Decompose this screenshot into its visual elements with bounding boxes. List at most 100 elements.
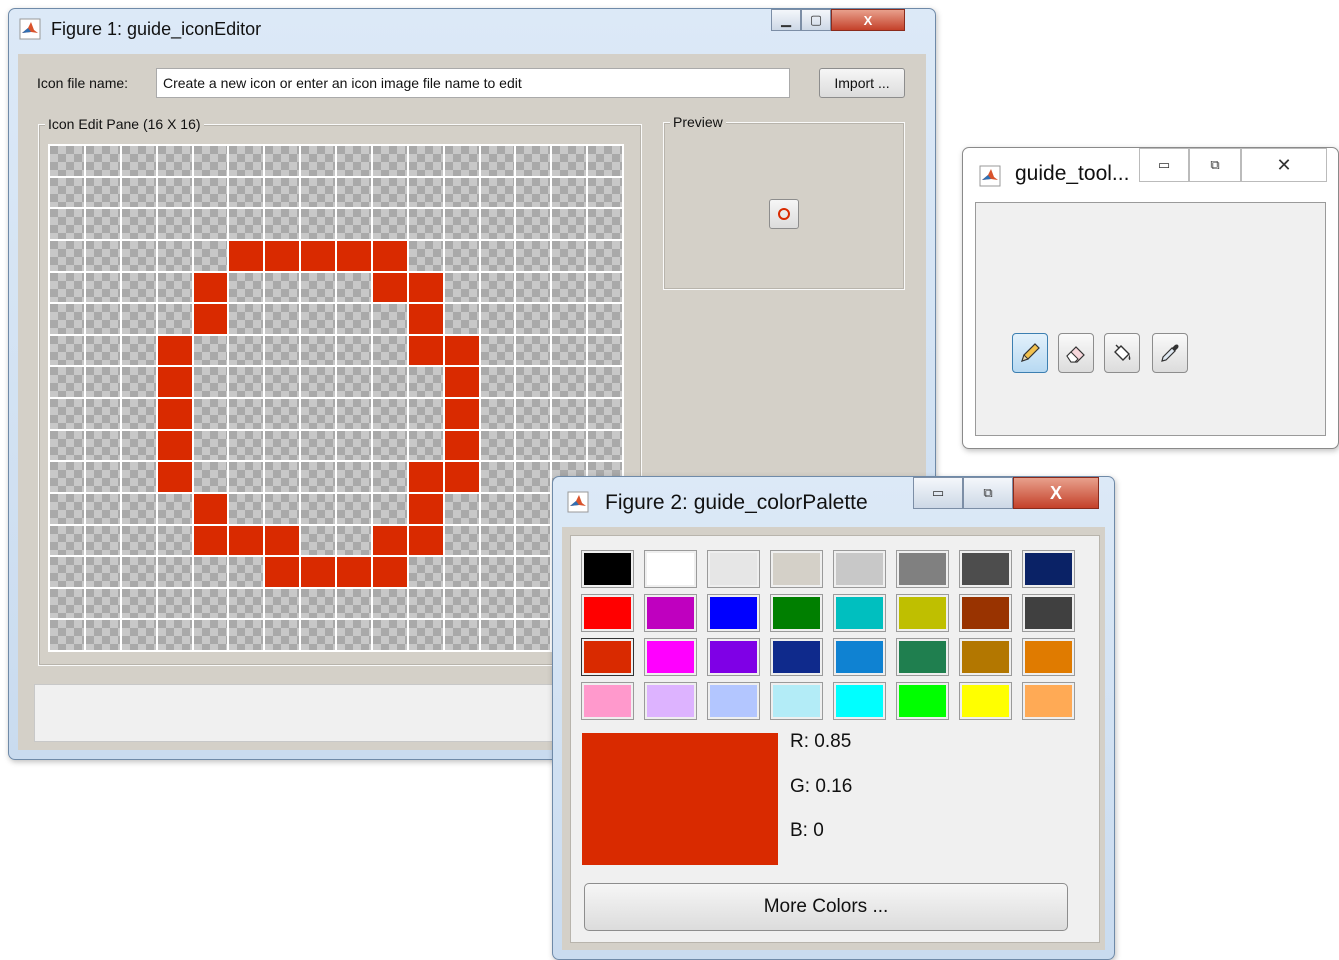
- color-swatch[interactable]: [708, 639, 759, 675]
- pixel-cell[interactable]: [265, 304, 300, 334]
- pixel-cell[interactable]: [229, 462, 264, 492]
- pixel-cell[interactable]: [85, 399, 120, 429]
- color-swatch[interactable]: [897, 639, 948, 675]
- pixel-cell[interactable]: [301, 525, 335, 556]
- pixel-cell[interactable]: [480, 272, 515, 303]
- pixel-cell[interactable]: [516, 272, 551, 303]
- pixel-cell[interactable]: [516, 146, 551, 176]
- pixel-cell[interactable]: [229, 240, 264, 271]
- pixel-cell[interactable]: [193, 177, 228, 208]
- pixel-cell[interactable]: [157, 335, 192, 366]
- pixel-cell[interactable]: [552, 335, 587, 366]
- pixel-cell[interactable]: [85, 493, 120, 524]
- pixel-cell[interactable]: [50, 557, 84, 587]
- pixel-cell[interactable]: [301, 209, 335, 239]
- pencil-tool-button[interactable]: [1012, 333, 1048, 373]
- pixel-cell[interactable]: [480, 177, 515, 208]
- pixel-cell[interactable]: [121, 209, 156, 239]
- color-swatch[interactable]: [645, 595, 696, 631]
- pixel-cell[interactable]: [193, 557, 228, 587]
- color-swatch[interactable]: [645, 551, 696, 587]
- pixel-cell[interactable]: [121, 146, 156, 176]
- pixel-cell[interactable]: [50, 620, 84, 650]
- pixel-cell[interactable]: [372, 367, 407, 397]
- color-swatch[interactable]: [834, 595, 885, 631]
- pixel-cell[interactable]: [85, 240, 120, 271]
- pixel-cell[interactable]: [85, 272, 120, 303]
- color-swatch[interactable]: [897, 683, 948, 719]
- pixel-cell[interactable]: [157, 462, 192, 492]
- pixel-cell[interactable]: [301, 462, 335, 492]
- pixel-cell[interactable]: [337, 177, 371, 208]
- pixel-cell[interactable]: [121, 430, 156, 461]
- minimize-button[interactable]: ▁: [771, 9, 801, 31]
- pixel-cell[interactable]: [85, 462, 120, 492]
- pixel-cell[interactable]: [480, 335, 515, 366]
- pixel-cell[interactable]: [444, 146, 479, 176]
- pixel-cell[interactable]: [552, 272, 587, 303]
- pixel-cell[interactable]: [121, 240, 156, 271]
- pixel-cell[interactable]: [229, 209, 264, 239]
- pixel-cell[interactable]: [229, 146, 264, 176]
- pixel-cell[interactable]: [337, 272, 371, 303]
- pixel-cell[interactable]: [516, 399, 551, 429]
- pixel-cell[interactable]: [121, 304, 156, 334]
- pixel-cell[interactable]: [85, 557, 120, 587]
- pixel-cell[interactable]: [265, 557, 300, 587]
- pixel-cell[interactable]: [85, 588, 120, 619]
- pixel-cell[interactable]: [408, 399, 443, 429]
- pixel-cell[interactable]: [552, 240, 587, 271]
- pixel-cell[interactable]: [588, 367, 622, 397]
- pixel-cell[interactable]: [85, 525, 120, 556]
- pixel-cell[interactable]: [408, 557, 443, 587]
- pixel-cell[interactable]: [265, 588, 300, 619]
- pixel-cell[interactable]: [337, 430, 371, 461]
- color-swatch[interactable]: [897, 595, 948, 631]
- pixel-cell[interactable]: [588, 304, 622, 334]
- pixel-cell[interactable]: [85, 335, 120, 366]
- pixel-cell[interactable]: [444, 304, 479, 334]
- pixel-cell[interactable]: [157, 620, 192, 650]
- pixel-cell[interactable]: [480, 557, 515, 587]
- pixel-cell[interactable]: [408, 525, 443, 556]
- close-button[interactable]: ✕: [1241, 148, 1327, 182]
- pixel-cell[interactable]: [157, 304, 192, 334]
- pixel-cell[interactable]: [85, 620, 120, 650]
- pixel-cell[interactable]: [121, 588, 156, 619]
- pixel-cell[interactable]: [480, 209, 515, 239]
- pixel-cell[interactable]: [444, 493, 479, 524]
- pixel-cell[interactable]: [337, 462, 371, 492]
- pixel-cell[interactable]: [157, 240, 192, 271]
- pixel-cell[interactable]: [408, 430, 443, 461]
- pixel-cell[interactable]: [121, 272, 156, 303]
- pixel-cell[interactable]: [516, 588, 551, 619]
- pixel-cell[interactable]: [337, 557, 371, 587]
- pixel-cell[interactable]: [516, 304, 551, 334]
- pixel-cell[interactable]: [337, 493, 371, 524]
- pixel-cell[interactable]: [229, 525, 264, 556]
- eraser-tool-button[interactable]: [1058, 333, 1094, 373]
- pixel-cell[interactable]: [193, 620, 228, 650]
- pixel-cell[interactable]: [193, 493, 228, 524]
- pixel-cell[interactable]: [372, 525, 407, 556]
- pixel-cell[interactable]: [372, 399, 407, 429]
- pixel-cell[interactable]: [157, 177, 192, 208]
- pixel-cell[interactable]: [408, 493, 443, 524]
- pixel-cell[interactable]: [516, 430, 551, 461]
- pixel-cell[interactable]: [85, 367, 120, 397]
- pixel-cell[interactable]: [516, 367, 551, 397]
- pixel-cell[interactable]: [444, 557, 479, 587]
- color-swatch[interactable]: [771, 639, 822, 675]
- minimize-button[interactable]: ▭: [913, 477, 963, 509]
- pixel-cell[interactable]: [444, 462, 479, 492]
- color-swatch[interactable]: [771, 595, 822, 631]
- pixel-cell[interactable]: [193, 304, 228, 334]
- close-button[interactable]: X: [831, 9, 905, 31]
- pixel-cell[interactable]: [588, 240, 622, 271]
- pixel-cell[interactable]: [265, 240, 300, 271]
- pixel-cell[interactable]: [408, 209, 443, 239]
- pixel-cell[interactable]: [301, 588, 335, 619]
- pixel-cell[interactable]: [121, 620, 156, 650]
- maximize-button[interactable]: ⧉: [963, 477, 1013, 509]
- color-swatch[interactable]: [1023, 683, 1074, 719]
